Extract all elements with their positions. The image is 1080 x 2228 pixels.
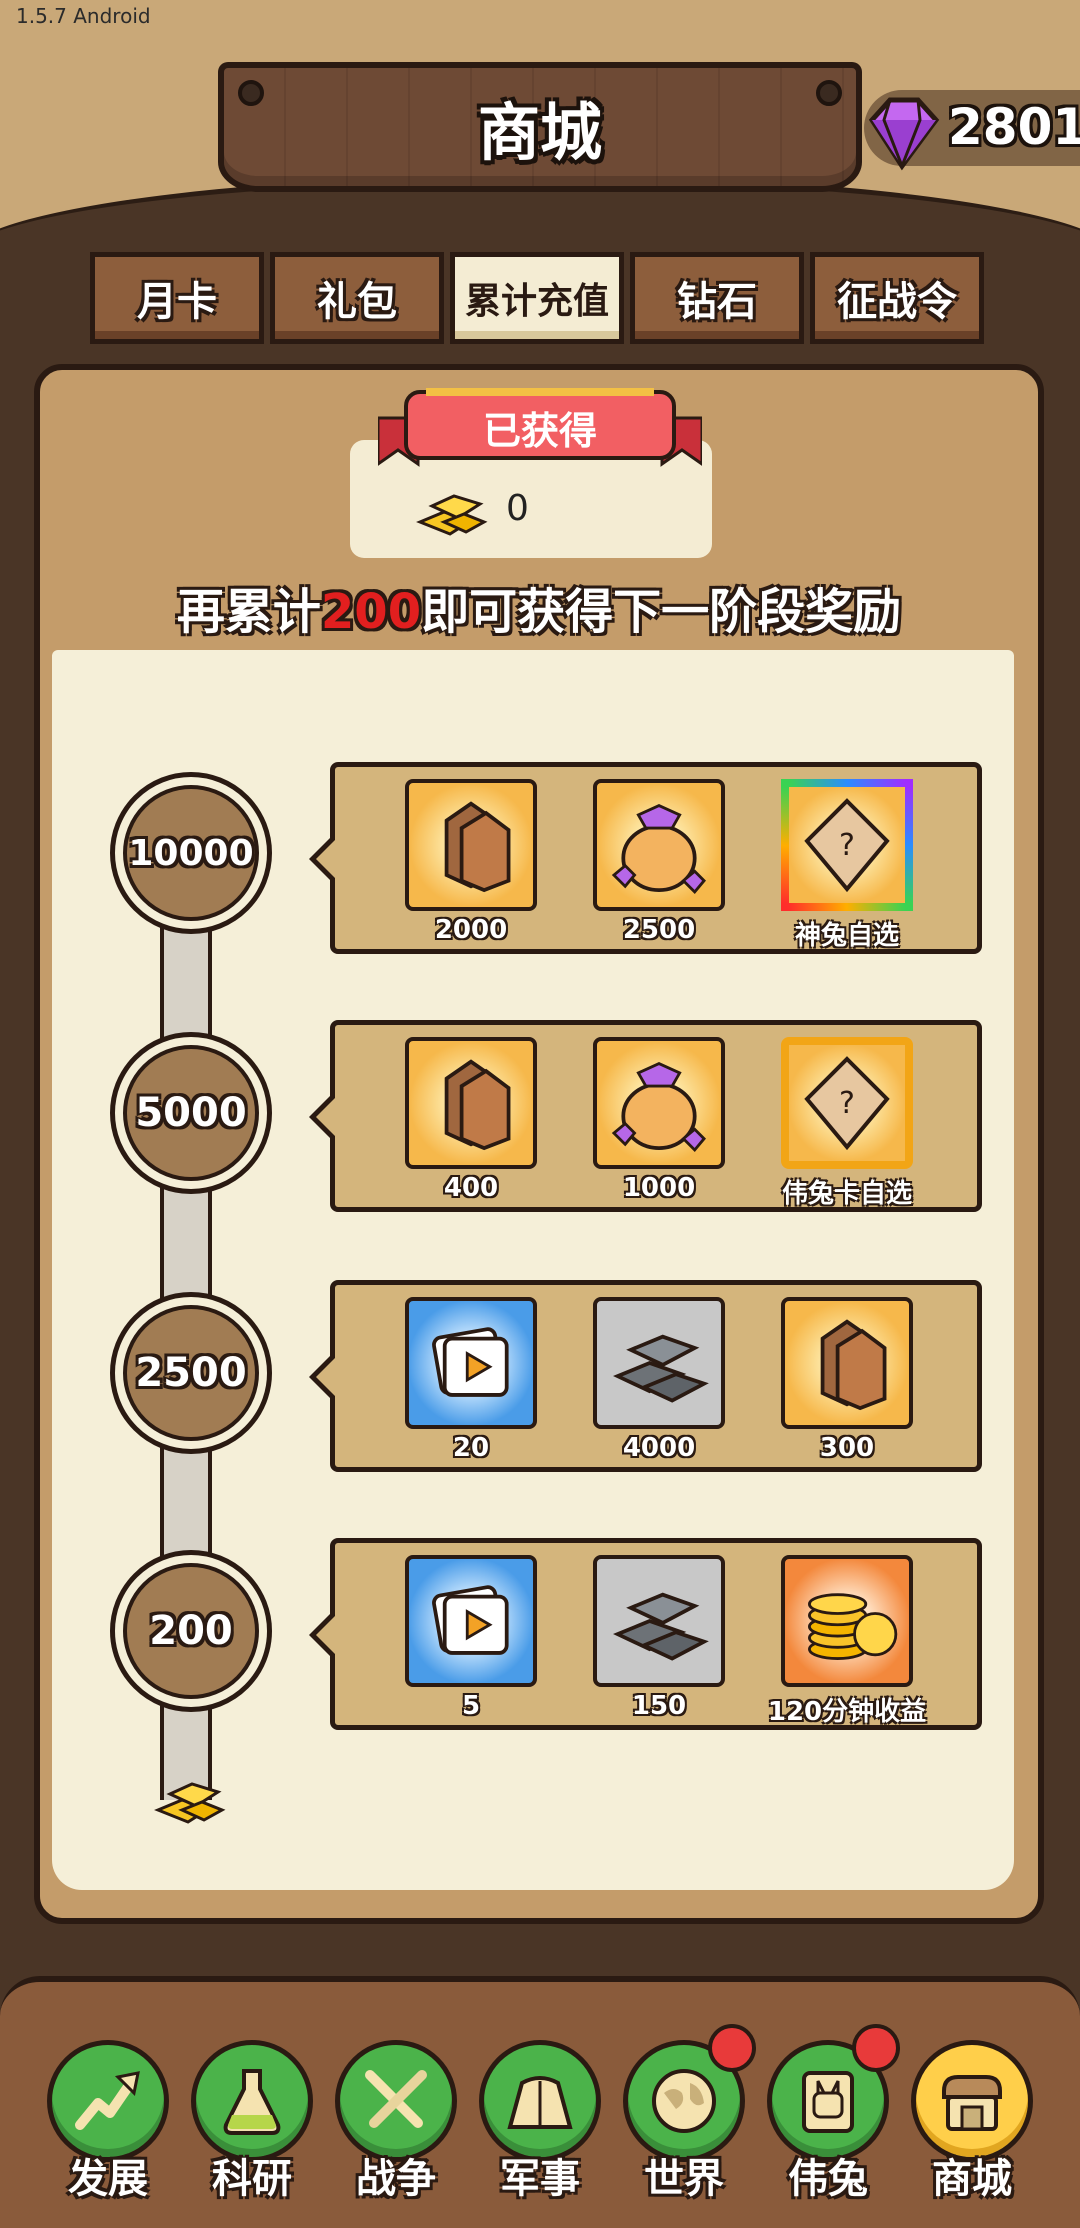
tab-diamonds[interactable]: 钻石 bbox=[630, 252, 804, 344]
mystery-card-gold-icon: ? bbox=[781, 1037, 913, 1169]
nail-icon bbox=[816, 80, 842, 106]
reward-quantity: 2000 bbox=[434, 915, 508, 945]
milestone-threshold: 2500 bbox=[123, 1305, 259, 1441]
tier-reward-box: 400 1000 ? 伟兔卡自选 bbox=[309, 1020, 982, 1212]
notification-badge bbox=[852, 2024, 900, 2072]
nav-war[interactable]: 战争 bbox=[332, 2040, 460, 2202]
gold-coins-icon bbox=[781, 1555, 913, 1687]
reward-item[interactable]: 300 bbox=[779, 1297, 915, 1467]
nav-shop[interactable]: 商城 bbox=[908, 2040, 1036, 2202]
flask-icon bbox=[191, 2040, 313, 2162]
version-label: 1.5.7 Android bbox=[16, 4, 151, 28]
milestone-marker: 2500 bbox=[110, 1292, 272, 1454]
milestone-threshold: 10000 bbox=[123, 785, 259, 921]
nav-label: 伟兔 bbox=[788, 2156, 868, 2202]
tab-cumulative-recharge[interactable]: 累计充值 bbox=[450, 252, 624, 344]
card-pack-icon bbox=[781, 1297, 913, 1429]
milestone-marker: 5000 bbox=[110, 1032, 272, 1194]
tab-bar: 月卡 礼包 累计充值 钻石 征战令 bbox=[90, 252, 986, 344]
nail-icon bbox=[238, 80, 264, 106]
reward-item[interactable]: 4000 bbox=[591, 1297, 727, 1467]
hint-prefix: 再累计 bbox=[176, 584, 321, 640]
reward-quantity: 150 bbox=[631, 1691, 687, 1721]
tent-icon bbox=[479, 2040, 601, 2162]
notification-badge bbox=[708, 2024, 756, 2072]
milestone-marker: 200 bbox=[110, 1550, 272, 1712]
mystery-card-rainbow-icon: ? bbox=[781, 779, 913, 911]
milestone-threshold: 5000 bbox=[123, 1045, 259, 1181]
gold-bar-icon bbox=[416, 494, 488, 536]
reward-item[interactable]: 2000 bbox=[403, 779, 539, 949]
reward-quantity: 400 bbox=[443, 1173, 499, 1203]
tab-gift-pack[interactable]: 礼包 bbox=[270, 252, 444, 344]
nav-research[interactable]: 科研 bbox=[188, 2040, 316, 2202]
reward-quantity: 5 bbox=[461, 1691, 481, 1721]
video-ticket-icon bbox=[405, 1555, 537, 1687]
gem-count: 2801 bbox=[948, 98, 1080, 156]
iron-ingot-icon bbox=[593, 1297, 725, 1429]
card-pack-icon bbox=[405, 779, 537, 911]
gold-bar-icon bbox=[154, 1782, 226, 1824]
reward-quantity: 120分钟收益 bbox=[767, 1697, 927, 1727]
reward-item[interactable]: 150 bbox=[591, 1555, 727, 1725]
next-tier-hint: 再累计200即可获得下一阶段奖励 bbox=[34, 572, 1044, 642]
shop-icon bbox=[911, 2040, 1033, 2162]
milestone-marker: 10000 bbox=[110, 772, 272, 934]
gem-icon bbox=[868, 97, 940, 171]
tier-reward-box: 20 4000 300 bbox=[309, 1280, 982, 1472]
svg-text:?: ? bbox=[839, 828, 855, 863]
reward-item[interactable]: 5 bbox=[403, 1555, 539, 1725]
gem-bag-icon bbox=[593, 779, 725, 911]
nav-military[interactable]: 军事 bbox=[476, 2040, 604, 2202]
reward-item[interactable]: 1000 bbox=[591, 1037, 727, 1207]
reward-quantity: 1000 bbox=[622, 1173, 696, 1203]
tier-reward-box: 2000 2500 ? 神兔自选 bbox=[309, 762, 982, 954]
iron-ingot-icon bbox=[593, 1555, 725, 1687]
obtained-label: 已获得 bbox=[482, 409, 597, 453]
reward-item[interactable]: 20 bbox=[403, 1297, 539, 1467]
reward-quantity: 神兔自选 bbox=[794, 921, 899, 951]
reward-quantity: 伟兔卡自选 bbox=[781, 1179, 912, 1209]
reward-quantity: 4000 bbox=[622, 1433, 696, 1463]
gem-bag-icon bbox=[593, 1037, 725, 1169]
video-ticket-icon bbox=[405, 1297, 537, 1429]
nav-label: 军事 bbox=[500, 2156, 580, 2202]
tab-battle-pass[interactable]: 征战令 bbox=[810, 252, 984, 344]
obtained-value: 0 bbox=[506, 488, 529, 529]
tab-monthly-card[interactable]: 月卡 bbox=[90, 252, 264, 344]
nav-label: 科研 bbox=[212, 2156, 292, 2202]
reward-quantity: 20 bbox=[452, 1433, 490, 1463]
tier-reward-box: 5 150 120分钟收益 bbox=[309, 1538, 982, 1730]
reward-item[interactable]: ? 神兔自选 bbox=[779, 779, 915, 951]
nav-label: 发展 bbox=[68, 2156, 148, 2202]
title-board: 商城 bbox=[218, 62, 862, 192]
milestone-threshold: 200 bbox=[123, 1563, 259, 1699]
nav-label: 战争 bbox=[356, 2156, 436, 2202]
reward-quantity: 2500 bbox=[622, 915, 696, 945]
crossed-swords-icon bbox=[335, 2040, 457, 2162]
page-title: 商城 bbox=[477, 96, 602, 169]
reward-item[interactable]: 120分钟收益 bbox=[768, 1555, 926, 1727]
reward-item[interactable]: 2500 bbox=[591, 779, 727, 949]
nav-develop[interactable]: 发展 bbox=[44, 2040, 172, 2202]
nav-label: 世界 bbox=[644, 2156, 724, 2202]
hint-suffix: 即可获得下一阶段奖励 bbox=[421, 584, 902, 640]
arrow-up-icon bbox=[47, 2040, 169, 2162]
reward-quantity: 300 bbox=[819, 1433, 875, 1463]
card-pack-icon bbox=[405, 1037, 537, 1169]
hint-amount: 200 bbox=[320, 584, 422, 640]
svg-text:?: ? bbox=[839, 1086, 855, 1121]
reward-item[interactable]: ? 伟兔卡自选 bbox=[779, 1037, 915, 1209]
reward-item[interactable]: 400 bbox=[403, 1037, 539, 1207]
nav-label: 商城 bbox=[932, 2156, 1012, 2202]
